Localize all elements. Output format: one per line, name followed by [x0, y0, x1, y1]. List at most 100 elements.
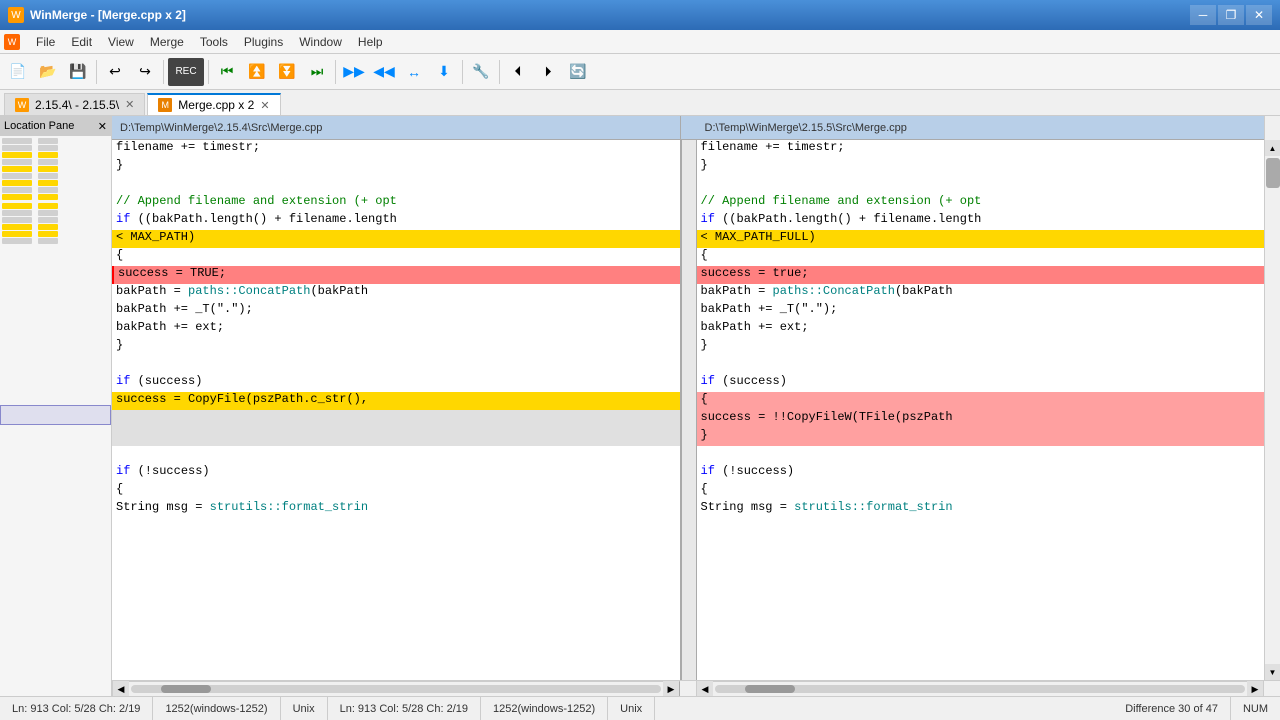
location-viewport-marker[interactable] — [0, 405, 111, 425]
status-num: NUM — [1231, 697, 1280, 720]
minimize-button[interactable]: ─ — [1190, 5, 1216, 25]
line-content: if ((bakPath.length() + filename.length — [112, 212, 680, 230]
code-line — [112, 176, 680, 194]
menu-file[interactable]: File — [28, 33, 63, 51]
prev-diff-button[interactable]: ⏫ — [243, 58, 271, 86]
hscroll-left-btn2[interactable]: ◀ — [697, 681, 713, 696]
hscroll-right-btn2[interactable]: ▶ — [1247, 681, 1263, 696]
code-line: bakPath = paths::ConcatPath(bakPath — [112, 284, 680, 302]
tabbar: W 2.15.4\ - 2.15.5\ ✕ M Merge.cpp x 2 ✕ — [0, 90, 1280, 116]
new-button[interactable]: 📄 — [4, 58, 32, 86]
scroll-down-button[interactable]: ▼ — [1265, 664, 1280, 680]
line-content: bakPath += ext; — [112, 320, 680, 338]
merge-button[interactable]: ⬇ — [430, 58, 458, 86]
line-content: filename += timestr; — [112, 140, 680, 158]
menu-merge[interactable]: Merge — [142, 33, 192, 51]
tab-folder-close[interactable]: ✕ — [125, 98, 134, 111]
hscroll-left-thumb[interactable] — [161, 685, 211, 693]
hscroll-left-track[interactable] — [131, 685, 661, 693]
line-content: String msg = strutils::format_strin — [112, 500, 680, 518]
left-diff-pane[interactable]: filename += timestr; } // Append filenam… — [112, 140, 681, 680]
loc-block — [2, 203, 32, 209]
hscroll-left-btn[interactable]: ◀ — [113, 681, 129, 696]
status-diff-info: Difference 30 of 47 — [1113, 697, 1231, 720]
next-diff-button[interactable]: ⏬ — [273, 58, 301, 86]
code-line: // Append filename and extension (+ opt — [112, 194, 680, 212]
menu-window[interactable]: Window — [291, 33, 350, 51]
tab-merge[interactable]: M Merge.cpp x 2 ✕ — [147, 93, 280, 115]
code-line: bakPath += ext; — [112, 320, 680, 338]
line-content: < MAX_PATH_FULL) — [697, 230, 1265, 248]
close-button[interactable]: ✕ — [1246, 5, 1272, 25]
line-content — [112, 428, 680, 446]
menu-view[interactable]: View — [100, 33, 142, 51]
code-line-deleted: success = true; — [697, 266, 1265, 284]
undo-button[interactable]: ↩ — [101, 58, 129, 86]
last-diff-button[interactable]: ⏭ — [303, 58, 331, 86]
code-line-changed: < MAX_PATH_FULL) — [697, 230, 1265, 248]
redo-button[interactable]: ↪ — [131, 58, 159, 86]
menu-plugins[interactable]: Plugins — [236, 33, 291, 51]
record-button[interactable]: REC — [168, 58, 204, 86]
line-content: success = CopyFile(pszPath.c_str(), — [112, 392, 680, 410]
copy-left-button[interactable]: ◀◀ — [370, 58, 398, 86]
location-pane-close[interactable]: ✕ — [98, 120, 107, 133]
right-diff-pane[interactable]: filename += timestr; } // Append filenam… — [697, 140, 1265, 680]
line-content: } — [697, 158, 1265, 176]
code-line: bakPath += ext; — [697, 320, 1265, 338]
hscroll-right-btn[interactable]: ▶ — [663, 681, 679, 696]
code-line: String msg = strutils::format_strin — [697, 500, 1265, 518]
menu-help[interactable]: Help — [350, 33, 391, 51]
restore-button[interactable]: ❐ — [1218, 5, 1244, 25]
diff-panes: filename += timestr; } // Append filenam… — [112, 140, 1280, 680]
hscroll-right-track[interactable] — [715, 685, 1245, 693]
copy-both-button[interactable]: ↔ — [400, 58, 428, 86]
right-hscroll[interactable]: ◀ ▶ — [696, 681, 1264, 696]
loc-block — [2, 166, 32, 172]
line-content: if ((bakPath.length() + filename.length — [697, 212, 1265, 230]
loc-block — [38, 203, 58, 209]
line-content — [697, 356, 1265, 374]
menu-tools[interactable]: Tools — [192, 33, 236, 51]
app-menu-icon: W — [4, 34, 20, 50]
copy-right-button[interactable]: ▶▶ — [340, 58, 368, 86]
open-button[interactable]: 📂 — [34, 58, 62, 86]
code-line: { — [112, 482, 680, 500]
titlebar: W WinMerge - [Merge.cpp x 2] ─ ❐ ✕ — [0, 0, 1280, 30]
line-content: if (!success) — [112, 464, 680, 482]
diff-headers: D:\Temp\WinMerge\2.15.4\Src\Merge.cpp D:… — [112, 116, 1280, 140]
code-line — [697, 176, 1265, 194]
vertical-scrollbar[interactable]: ▲ ▼ — [1264, 140, 1280, 680]
options-button[interactable]: 🔧 — [467, 58, 495, 86]
tab-merge-close[interactable]: ✕ — [260, 99, 269, 112]
menu-edit[interactable]: Edit — [63, 33, 100, 51]
code-line: if (success) — [112, 374, 680, 392]
hscroll-right-thumb[interactable] — [745, 685, 795, 693]
title-controls[interactable]: ─ ❐ ✕ — [1190, 5, 1272, 25]
diff-area: D:\Temp\WinMerge\2.15.4\Src\Merge.cpp D:… — [112, 116, 1280, 696]
toolbar-sep-3 — [208, 60, 209, 84]
next-file-button[interactable]: ⏵ — [534, 58, 562, 86]
horizontal-scroll-area: ◀ ▶ ◀ ▶ — [112, 680, 1280, 696]
loc-block — [2, 238, 32, 244]
scroll-thumb[interactable] — [1266, 158, 1280, 188]
diff-connector — [681, 140, 697, 680]
line-content: { — [697, 482, 1265, 500]
code-line-changed-soft: { — [697, 392, 1265, 410]
code-line: } — [697, 158, 1265, 176]
line-content: success = true; — [697, 266, 1265, 284]
first-diff-button[interactable]: ⏮ — [213, 58, 241, 86]
left-hscroll[interactable]: ◀ ▶ — [112, 681, 680, 696]
tab-folders[interactable]: W 2.15.4\ - 2.15.5\ ✕ — [4, 93, 145, 115]
status-left-pos: Ln: 913 Col: 5/28 Ch: 2/19 — [0, 697, 153, 720]
scroll-track[interactable] — [1265, 156, 1280, 664]
line-content: // Append filename and extension (+ opt — [697, 194, 1265, 212]
scroll-up-button[interactable]: ▲ — [1265, 140, 1280, 156]
loc-block — [2, 173, 32, 179]
loc-block — [38, 138, 58, 144]
line-content: success = !!CopyFileW(TFile(pszPath — [697, 410, 1265, 428]
prev-file-button[interactable]: ⏴ — [504, 58, 532, 86]
code-line: bakPath += _T("."); — [112, 302, 680, 320]
refresh-button[interactable]: 🔄 — [564, 58, 592, 86]
save-button[interactable]: 💾 — [64, 58, 92, 86]
